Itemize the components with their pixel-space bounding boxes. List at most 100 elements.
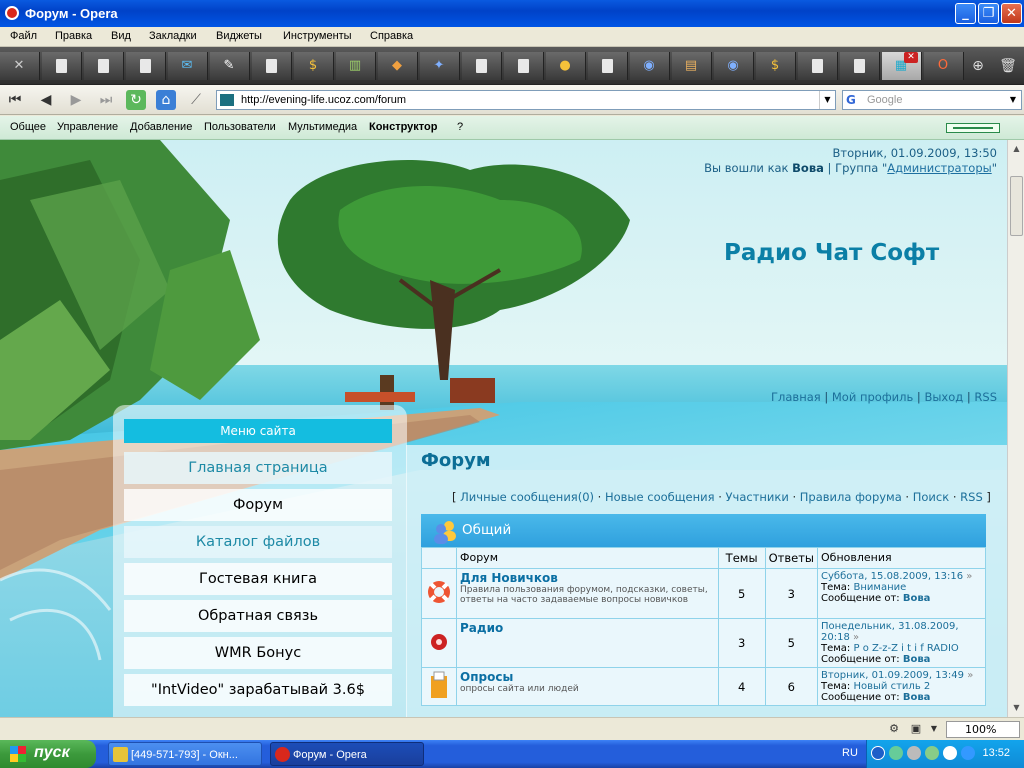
rewind-icon[interactable]: ⏮ bbox=[5, 90, 25, 110]
site-menu-item[interactable]: "IntVideo" зарабатывай 3.6$ bbox=[124, 674, 392, 706]
link-logout[interactable]: Выход bbox=[924, 390, 963, 404]
go-to-last-post-icon[interactable]: » bbox=[853, 632, 859, 643]
back-icon[interactable]: ◀ bbox=[36, 90, 56, 110]
tray-app-icon[interactable] bbox=[925, 746, 939, 760]
camera-dropdown-icon[interactable]: ▼ bbox=[926, 722, 942, 736]
taskbar-window-icq[interactable]: [449-571-793] - Окн... bbox=[108, 742, 262, 766]
browser-tab[interactable]: ▥ bbox=[336, 52, 376, 80]
last-post-date[interactable]: Суббота, 15.08.2009, 13:16 bbox=[821, 571, 963, 582]
link-rss[interactable]: RSS bbox=[974, 390, 997, 404]
browser-tab[interactable]: ✎ bbox=[210, 52, 250, 80]
browser-tab[interactable]: ◆ bbox=[378, 52, 418, 80]
ucoz-multimedia[interactable]: Мультимедиа bbox=[288, 121, 357, 133]
last-author-link[interactable]: Вова bbox=[903, 654, 931, 665]
ucoz-toggle-icon[interactable] bbox=[946, 123, 1000, 133]
browser-tab[interactable]: ✕ bbox=[0, 52, 40, 80]
browser-tab[interactable]: ✉ bbox=[168, 52, 208, 80]
browser-tab[interactable]: O bbox=[924, 52, 964, 80]
search-field[interactable]: G Google ▼ bbox=[842, 90, 1022, 110]
browser-tab[interactable]: $ bbox=[756, 52, 796, 80]
last-topic-link[interactable]: Внимание bbox=[854, 582, 907, 593]
username[interactable]: Вова bbox=[792, 161, 824, 175]
reload-icon[interactable]: ↻ bbox=[126, 90, 146, 110]
fast-forward-icon[interactable]: ⏭ bbox=[96, 90, 116, 110]
forum-name-link[interactable]: Опросы bbox=[460, 670, 715, 684]
link-search[interactable]: Поиск bbox=[913, 490, 949, 504]
network-icon[interactable] bbox=[889, 746, 903, 760]
tray-expand-icon[interactable] bbox=[871, 746, 885, 760]
address-field[interactable]: http://evening-life.ucoz.com/forum ▼ bbox=[216, 90, 836, 110]
menu-tools[interactable]: Инструменты bbox=[283, 30, 352, 42]
browser-tab[interactable]: $ bbox=[294, 52, 334, 80]
last-author-link[interactable]: Вова bbox=[903, 593, 931, 604]
site-menu-item[interactable]: WMR Бонус bbox=[124, 637, 392, 669]
close-button[interactable]: ✕ bbox=[1001, 3, 1022, 24]
camera-icon[interactable]: ▣ bbox=[908, 722, 924, 736]
last-topic-link[interactable]: P o Z-z-Z i t i f RADIO bbox=[854, 643, 959, 654]
scroll-down-icon[interactable]: ▼ bbox=[1010, 701, 1023, 715]
go-to-last-post-icon[interactable]: » bbox=[966, 571, 972, 582]
taskbar-window-opera[interactable]: Форум - Opera bbox=[270, 742, 424, 766]
ucoz-management[interactable]: Управление bbox=[57, 121, 118, 133]
google-icon[interactable]: G bbox=[846, 93, 862, 107]
close-tab-icon[interactable]: ✕ bbox=[904, 52, 918, 63]
link-members[interactable]: Участники bbox=[726, 490, 789, 504]
browser-tab[interactable]: ● bbox=[546, 52, 586, 80]
address-dropdown-icon[interactable]: ▼ bbox=[819, 91, 835, 109]
browser-tab[interactable] bbox=[504, 52, 544, 80]
browser-tab[interactable] bbox=[798, 52, 838, 80]
browser-tab[interactable] bbox=[84, 52, 124, 80]
ucoz-general[interactable]: Общее bbox=[10, 121, 46, 133]
title-bar[interactable]: Форум - Opera _ ❐ ✕ bbox=[0, 0, 1024, 27]
menu-widgets[interactable]: Виджеты bbox=[216, 30, 262, 42]
link-forum-rss[interactable]: RSS bbox=[960, 490, 983, 504]
browser-tab[interactable] bbox=[462, 52, 502, 80]
site-menu-item[interactable]: Форум bbox=[124, 489, 392, 521]
menu-view[interactable]: Вид bbox=[111, 30, 131, 42]
site-menu-item[interactable]: Каталог файлов bbox=[124, 526, 392, 558]
link-private-messages[interactable]: Личные сообщения(0) bbox=[460, 490, 594, 504]
home-icon[interactable]: ⌂ bbox=[156, 90, 176, 110]
ucoz-constructor[interactable]: Конструктор bbox=[369, 121, 437, 133]
speaker-icon[interactable] bbox=[907, 746, 921, 760]
search-dropdown-icon[interactable]: ▼ bbox=[1005, 91, 1021, 109]
menu-help[interactable]: Справка bbox=[370, 30, 413, 42]
panel-icon[interactable]: ⚙ bbox=[886, 722, 902, 736]
add-tab-icon[interactable]: ⊕ bbox=[968, 56, 988, 76]
forum-name-link[interactable]: Радио bbox=[460, 621, 715, 635]
browser-tab[interactable] bbox=[588, 52, 628, 80]
menu-file[interactable]: Файл bbox=[10, 30, 37, 42]
start-button[interactable]: пуск bbox=[0, 740, 96, 768]
language-indicator[interactable]: RU bbox=[842, 747, 858, 759]
scroll-up-icon[interactable]: ▲ bbox=[1010, 142, 1023, 156]
vertical-scrollbar[interactable]: ▲ ▼ bbox=[1007, 140, 1024, 717]
scroll-thumb[interactable] bbox=[1010, 176, 1023, 236]
maximize-button[interactable]: ❐ bbox=[978, 3, 999, 24]
browser-tab[interactable] bbox=[840, 52, 880, 80]
menu-edit[interactable]: Правка bbox=[55, 30, 92, 42]
browser-tab[interactable] bbox=[126, 52, 166, 80]
link-profile[interactable]: Мой профиль bbox=[832, 390, 913, 404]
last-topic-link[interactable]: Новый стиль 2 bbox=[854, 681, 931, 692]
site-menu-item[interactable]: Гостевая книга bbox=[124, 563, 392, 595]
forum-row[interactable]: Опросы опросы сайта или людей 4 6 Вторник, 0… bbox=[421, 667, 986, 706]
group-link[interactable]: Администраторы bbox=[887, 161, 991, 175]
browser-tab[interactable]: ◉ bbox=[630, 52, 670, 80]
minimize-button[interactable]: _ bbox=[955, 3, 976, 24]
browser-tab[interactable]: ◉ bbox=[714, 52, 754, 80]
ucoz-add[interactable]: Добавление bbox=[130, 121, 192, 133]
forum-category-header[interactable]: Общий bbox=[421, 514, 986, 547]
menu-bookmarks[interactable]: Закладки bbox=[149, 30, 197, 42]
last-post-date[interactable]: Понедельник, 31.08.2009, 20:18 bbox=[821, 621, 959, 643]
go-to-last-post-icon[interactable]: » bbox=[967, 670, 973, 681]
tray-app-icon[interactable] bbox=[943, 746, 957, 760]
forward-icon[interactable]: ▶ bbox=[66, 90, 86, 110]
link-new-messages[interactable]: Новые сообщения bbox=[605, 490, 715, 504]
zoom-selector[interactable]: 100% bbox=[946, 721, 1020, 738]
browser-tab[interactable]: ▤ bbox=[672, 52, 712, 80]
link-forum-rules[interactable]: Правила форума bbox=[800, 490, 902, 504]
browser-tab[interactable] bbox=[252, 52, 292, 80]
site-menu-item[interactable]: Главная страница bbox=[124, 452, 392, 484]
tray-app-icon[interactable] bbox=[961, 746, 975, 760]
forum-row[interactable]: Радио 3 5 Понедельник, 31.08.2009, 20:18 » Т… bbox=[421, 618, 986, 668]
